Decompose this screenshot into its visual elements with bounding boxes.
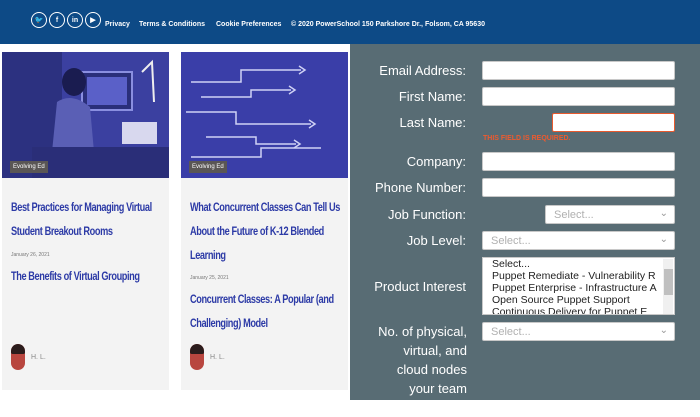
author: H. L. (190, 344, 225, 370)
chevron-down-icon: ⌄ (659, 325, 668, 336)
terms-link[interactable]: Terms & Conditions (139, 21, 205, 28)
job-level-label: Job Level: (406, 233, 466, 248)
twitter-icon[interactable]: 🐦 (31, 12, 47, 28)
nodes-select[interactable]: Select... ⌄ (482, 322, 675, 341)
related-article-title[interactable]: Concurrent Classes: A Popular (and Chall… (190, 288, 350, 336)
chevron-down-icon: ⌄ (659, 234, 668, 245)
article-title[interactable]: What Concurrent Classes Can Tell Us Abou… (190, 196, 350, 268)
listbox-option[interactable]: Puppet Remediate - Vulnerability R (483, 270, 674, 282)
company-field[interactable] (482, 152, 675, 171)
phone-field[interactable] (482, 178, 675, 197)
first-name-label: First Name: (398, 89, 466, 104)
article-title[interactable]: Best Practices for Managing Virtual Stud… (11, 196, 171, 244)
article-image (181, 52, 348, 178)
category-tag[interactable]: Evolving Ed (10, 161, 48, 173)
phone-label: Phone Number: (374, 180, 466, 195)
job-function-label: Job Function: (387, 207, 466, 222)
article-date: January 25, 2021 (190, 275, 229, 281)
nodes-label: No. of physical, virtual, and cloud node… (378, 324, 467, 415)
error-message: THIS FIELD IS REQUIRED. (483, 135, 571, 142)
avatar (11, 344, 25, 370)
listbox-option[interactable]: Continuous Delivery for Puppet E (483, 306, 674, 314)
first-name-field[interactable] (482, 87, 675, 106)
avatar (190, 344, 204, 370)
article-date: January 26, 2021 (11, 252, 50, 258)
youtube-icon[interactable]: ▶ (85, 12, 101, 28)
author: H. L. (11, 344, 46, 370)
email-label: Email Address: (379, 63, 466, 78)
company-label: Company: (406, 154, 466, 169)
chevron-down-icon: ⌄ (659, 208, 668, 219)
scrollbar[interactable] (663, 259, 673, 314)
footer-bar: 🐦 f in ▶ Privacy Terms & Conditions Cook… (0, 0, 700, 44)
last-name-label: Last Name: (399, 115, 466, 130)
article-image (2, 52, 169, 178)
listbox-option[interactable]: Open Source Puppet Support (483, 294, 674, 306)
listbox-option[interactable]: Select... (483, 258, 674, 270)
job-level-select[interactable]: Select... ⌄ (482, 231, 675, 250)
last-name-field[interactable] (552, 113, 675, 132)
product-interest-label: Product Interest (374, 279, 466, 294)
category-tag[interactable]: Evolving Ed (189, 161, 227, 173)
related-article-title[interactable]: The Benefits of Virtual Grouping (11, 265, 171, 289)
privacy-link[interactable]: Privacy (105, 21, 130, 28)
article-card[interactable]: Evolving Ed Best Practices for Managing … (2, 52, 169, 390)
product-interest-listbox[interactable]: Select... Puppet Remediate - Vulnerabili… (482, 257, 675, 315)
email-field[interactable] (482, 61, 675, 80)
copyright-text: © 2020 PowerSchool 150 Parkshore Dr., Fo… (291, 21, 485, 28)
facebook-icon[interactable]: f (49, 12, 65, 28)
listbox-option[interactable]: Puppet Enterprise - Infrastructure A (483, 282, 674, 294)
article-card[interactable]: Evolving Ed What Concurrent Classes Can … (181, 52, 348, 390)
job-function-select[interactable]: Select... ⌄ (545, 205, 675, 224)
linkedin-icon[interactable]: in (67, 12, 83, 28)
cookie-preferences-link[interactable]: Cookie Preferences (216, 21, 281, 28)
